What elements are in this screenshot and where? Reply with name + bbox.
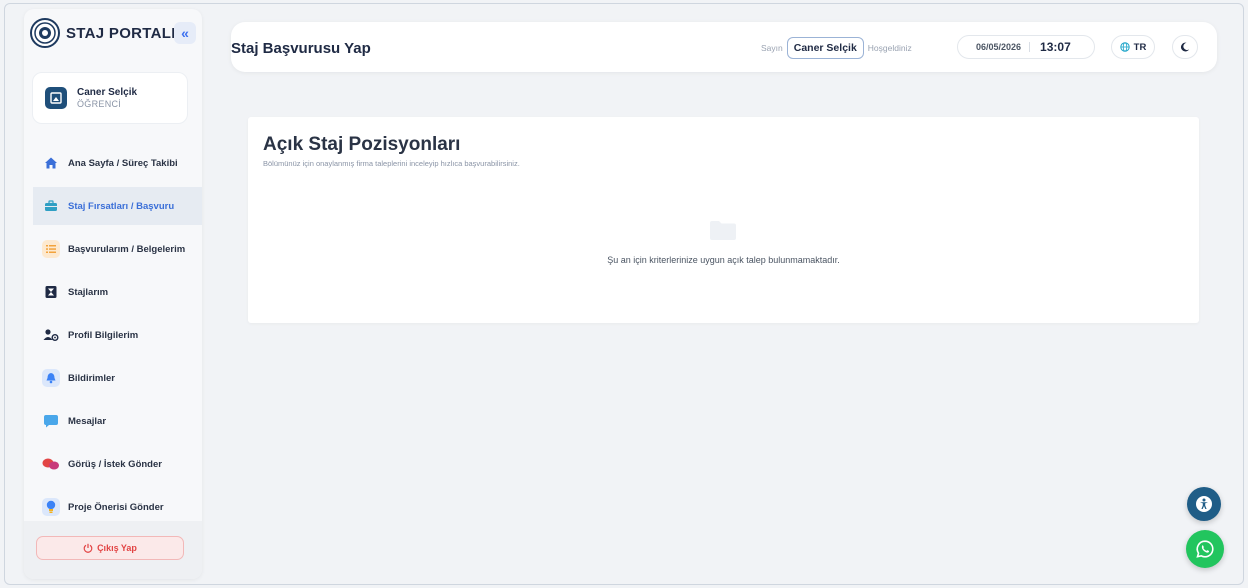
sidebar-item-messages[interactable]: Mesajlar (24, 402, 202, 440)
sidebar-item-applications[interactable]: Başvurularım / Belgelerim (24, 230, 202, 268)
sidebar-item-label: Mesajlar (68, 415, 107, 427)
brand: STAJ PORTALI « (30, 15, 198, 51)
whatsapp-icon (1196, 540, 1214, 558)
current-date: 06/05/2026 (958, 42, 1031, 52)
bell-icon (42, 369, 60, 387)
sidebar: STAJ PORTALI « Caner Selçik ÖĞRENCİ Ana … (24, 9, 202, 579)
top-header: Staj Başvurusu Yap Sayın Caner Selçik Ho… (231, 22, 1217, 72)
greeting: Sayın Caner Selçik Hoşgeldiniz (761, 37, 912, 59)
greeting-suffix: Hoşgeldiniz (867, 43, 912, 53)
sidebar-item-label: Staj Fırsatları / Başvuru (68, 200, 175, 212)
section-subtitle: Bölümünüz için onaylanmış firma talepler… (263, 159, 520, 168)
section-title: Açık Staj Pozisyonları (263, 134, 461, 155)
language-label: TR (1133, 41, 1147, 53)
sidebar-item-internships[interactable]: Stajlarım (24, 273, 202, 311)
sidebar-item-label: Proje Önerisi Gönder (68, 501, 164, 513)
logout-button[interactable]: Çıkış Yap (36, 536, 184, 560)
sidebar-item-profile[interactable]: Profil Bilgilerim (24, 316, 202, 354)
sidebar-item-label: Bildirimler (68, 372, 115, 384)
sidebar-nav: Ana Sayfa / Süreç Takibi Staj Fırsatları… (24, 144, 202, 531)
greeting-prefix: Sayın (761, 43, 783, 53)
logout-label: Çıkış Yap (97, 543, 137, 553)
accessibility-icon (1196, 496, 1212, 512)
user-card: Caner Selçik ÖĞRENCİ (32, 72, 188, 124)
list-icon (42, 240, 60, 258)
student-icon (50, 92, 62, 104)
user-name: Caner Selçik (77, 87, 138, 98)
chat-bubbles-icon (42, 455, 60, 473)
sidebar-item-label: Profil Bilgilerim (68, 329, 139, 341)
user-role: ÖĞRENCİ (77, 99, 122, 109)
university-logo-icon (30, 18, 60, 48)
collapse-sidebar-button[interactable]: « (174, 22, 196, 44)
briefcase-icon (42, 197, 60, 215)
hourglass-icon (42, 283, 60, 301)
empty-folder-icon (709, 219, 737, 246)
greeting-user-name: Caner Selçik (786, 37, 864, 59)
lightbulb-icon (42, 498, 60, 516)
logout-area: Çıkış Yap (24, 521, 202, 579)
whatsapp-button[interactable] (1186, 530, 1224, 568)
power-icon (83, 543, 93, 553)
sidebar-item-label: Ana Sayfa / Süreç Takibi (68, 157, 178, 169)
accessibility-button[interactable] (1187, 487, 1221, 521)
language-switch[interactable]: TR (1111, 35, 1155, 59)
globe-icon (1119, 42, 1130, 52)
date-time-display: 06/05/2026 13:07 (957, 35, 1095, 59)
brand-title: STAJ PORTALI (66, 24, 176, 42)
sidebar-item-label: Stajlarım (68, 286, 109, 298)
home-icon (42, 154, 60, 172)
theme-toggle[interactable] (1172, 35, 1198, 59)
sidebar-item-notifications[interactable]: Bildirimler (24, 359, 202, 397)
sidebar-item-label: Başvurularım / Belgelerim (68, 243, 186, 255)
avatar (45, 87, 67, 109)
empty-state-message: Şu an için kriterlerinize uygun açık tal… (607, 255, 840, 265)
moon-icon (1180, 42, 1190, 52)
sidebar-item-internship-opportunities[interactable]: Staj Fırsatları / Başvuru (33, 187, 202, 225)
sidebar-item-feedback[interactable]: Görüş / İstek Gönder (24, 445, 202, 483)
current-time: 13:07 (1040, 40, 1071, 54)
sidebar-item-label: Görüş / İstek Gönder (68, 458, 162, 470)
page-title: Staj Başvurusu Yap (231, 40, 371, 57)
user-gear-icon (42, 326, 60, 344)
sidebar-item-home[interactable]: Ana Sayfa / Süreç Takibi (24, 144, 202, 182)
open-positions-card: Açık Staj Pozisyonları Bölümünüz için on… (248, 117, 1199, 323)
message-icon (42, 412, 60, 430)
